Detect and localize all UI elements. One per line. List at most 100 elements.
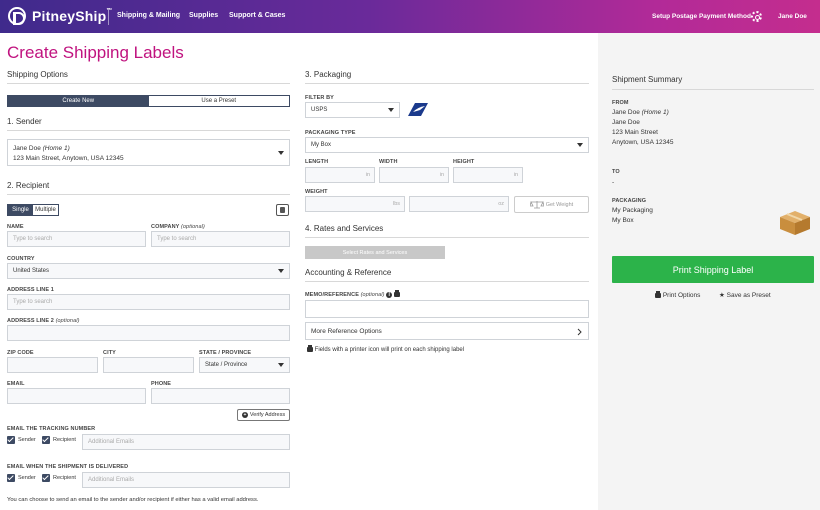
header-divider (108, 8, 109, 25)
sender-address: 123 Main Street, Anytown, USA 12345 (13, 155, 124, 162)
chevron-right-icon (577, 328, 582, 336)
address-line-2-label: ADDRESS LINE 2 (optional) (7, 318, 80, 324)
sender-nickname: (Home 1) (42, 145, 70, 152)
recipient-mode-toggle: Single Multiple (7, 204, 59, 216)
width-label: WIDTH (379, 159, 398, 165)
height-label: HEIGHT (453, 159, 475, 165)
company-input[interactable]: Type to search (151, 231, 290, 247)
track-sender-label: Sender (18, 437, 36, 443)
user-menu[interactable]: Jane Doe (778, 13, 807, 20)
print-options-link[interactable]: Print Options (655, 290, 700, 301)
zip-label: ZIP CODE (7, 350, 34, 356)
name-input[interactable]: Type to search (7, 231, 146, 247)
chevron-down-icon (577, 143, 583, 147)
memo-input[interactable] (305, 300, 589, 318)
nav-supplies[interactable]: Supplies (189, 12, 218, 19)
phone-input[interactable] (151, 388, 290, 404)
printer-icon (393, 290, 400, 298)
carrier-filter-select[interactable]: USPS (305, 102, 400, 118)
setup-postage-link[interactable]: Setup Postage Payment Method (652, 13, 751, 20)
packaging-type-label: PACKAGING TYPE (305, 130, 356, 136)
to-details: - (612, 179, 615, 186)
accounting-heading: Accounting & Reference (305, 268, 392, 277)
state-select[interactable]: State / Province (199, 357, 290, 373)
single-tab[interactable]: Single (8, 205, 33, 215)
height-input[interactable]: in (453, 167, 523, 183)
address-line-1-input[interactable]: Type to search (7, 294, 290, 310)
memo-label: MEMO/REFERENCE (optional) i (305, 290, 400, 298)
verify-address-button[interactable]: + Verify Address (237, 409, 290, 421)
scale-icon (529, 200, 544, 209)
multiple-tab[interactable]: Multiple (33, 205, 58, 215)
plus-circle-icon: + (241, 412, 248, 418)
top-header: PitneyShip™ Shipping & Mailing Supplies … (0, 0, 820, 33)
filter-by-label: FILTER BY (305, 95, 334, 101)
width-input[interactable]: in (379, 167, 449, 183)
email-label: EMAIL (7, 381, 25, 387)
info-icon[interactable]: i (386, 292, 393, 298)
address-book-icon[interactable] (276, 204, 289, 216)
delivered-additional-emails-input[interactable]: Additional Emails (82, 472, 290, 488)
save-as-preset-link[interactable]: ★ Save as Preset (719, 291, 771, 301)
printer-note: Fields with a printer icon will print on… (307, 344, 464, 355)
track-email-label: EMAIL THE TRACKING NUMBER (7, 426, 96, 432)
chevron-down-icon (388, 108, 394, 112)
weight-oz-input[interactable]: oz (409, 196, 509, 212)
printer-icon (655, 290, 661, 298)
rates-heading: 4. Rates and Services (305, 224, 384, 233)
track-recipient-label: Recipient (53, 437, 76, 443)
page-title: Create Shipping Labels (7, 43, 184, 62)
length-input[interactable]: in (305, 167, 375, 183)
packaging-heading: 3. Packaging (305, 70, 352, 79)
city-input[interactable] (103, 357, 194, 373)
brand-name[interactable]: PitneyShip™ (32, 8, 113, 24)
email-input[interactable] (7, 388, 146, 404)
address-line-2-input[interactable] (7, 325, 290, 341)
track-recipient-checkbox[interactable] (42, 436, 50, 444)
usps-eagle-icon (407, 102, 429, 117)
track-sender-checkbox[interactable] (7, 436, 15, 444)
divider (305, 237, 589, 238)
zip-input[interactable] (7, 357, 98, 373)
to-label: TO (612, 169, 620, 175)
gear-icon[interactable] (751, 11, 762, 22)
track-additional-emails-input[interactable]: Additional Emails (82, 434, 290, 450)
create-new-tab[interactable]: Create New (8, 96, 149, 106)
delivered-sender-checkbox[interactable] (7, 474, 15, 482)
phone-label: PHONE (151, 381, 172, 387)
print-shipping-label-button[interactable]: Print Shipping Label (612, 256, 814, 283)
company-label: COMPANY (optional) (151, 224, 205, 230)
email-footnote: You can choose to send an email to the s… (7, 497, 259, 503)
address-line-1-label: ADDRESS LINE 1 (7, 287, 54, 293)
weight-lbs-input[interactable]: lbs (305, 196, 405, 212)
nav-shipping-mailing[interactable]: Shipping & Mailing (117, 12, 180, 19)
packaging-summary-label: PACKAGING (612, 198, 647, 204)
delivered-email-label: EMAIL WHEN THE SHIPMENT IS DELIVERED (7, 464, 129, 470)
country-label: COUNTRY (7, 256, 35, 262)
from-label: FROM (612, 100, 629, 106)
sender-heading: 1. Sender (7, 117, 42, 126)
name-label: NAME (7, 224, 24, 230)
divider (305, 281, 589, 282)
divider (7, 194, 290, 195)
sender-select[interactable]: Jane Doe (Home 1) 123 Main Street, Anyto… (7, 139, 290, 166)
use-preset-tab[interactable]: Use a Preset (149, 96, 290, 106)
pitney-logo-icon[interactable] (8, 7, 26, 25)
delivered-recipient-checkbox[interactable] (42, 474, 50, 482)
box-icon (778, 208, 812, 236)
get-weight-button[interactable]: Get Weight (514, 196, 589, 213)
select-rates-button[interactable]: Select Rates and Services (305, 246, 445, 259)
packaging-type-select[interactable]: My Box (305, 137, 589, 153)
divider (7, 83, 290, 84)
printer-icon (307, 344, 313, 352)
nav-support-cases[interactable]: Support & Cases (229, 12, 285, 19)
country-select[interactable]: United States (7, 263, 290, 279)
sender-name: Jane Doe (13, 145, 41, 152)
shipping-options-toggle: Create New Use a Preset (7, 95, 290, 107)
chevron-down-icon (278, 363, 284, 367)
more-reference-options[interactable]: More Reference Options (305, 322, 589, 340)
length-label: LENGTH (305, 159, 329, 165)
city-label: CITY (103, 350, 116, 356)
chevron-down-icon (278, 269, 284, 273)
summary-heading: Shipment Summary (612, 75, 683, 84)
